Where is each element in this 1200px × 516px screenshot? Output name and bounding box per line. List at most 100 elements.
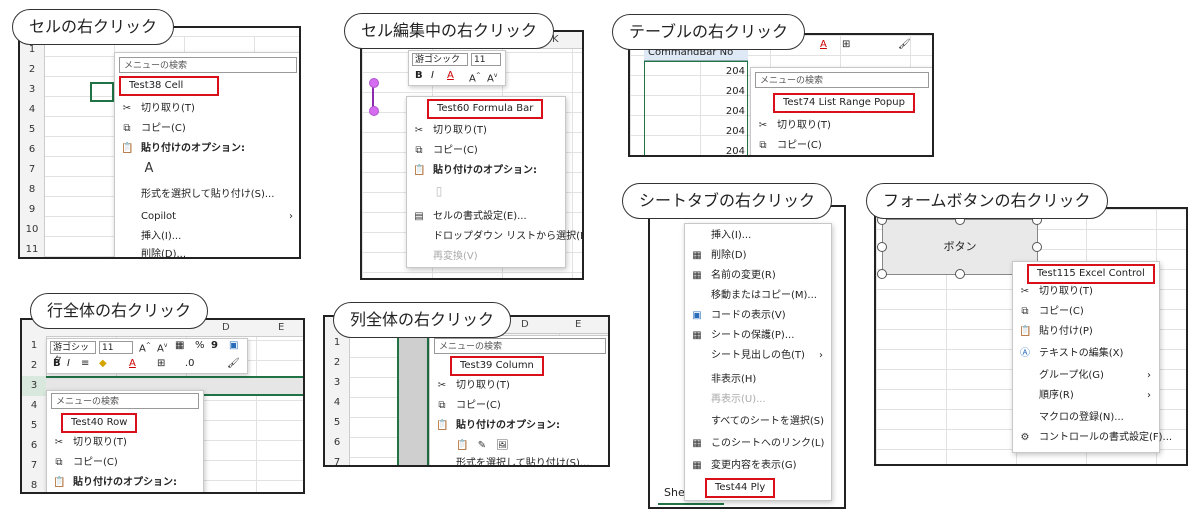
menu-item-assign-macro[interactable]: マクロの登録(N)... (1013, 408, 1159, 428)
row-header[interactable]: 7 (22, 456, 47, 477)
paste-formula-icon[interactable]: ✎ (476, 440, 488, 452)
menu-search-input[interactable]: メニューの検索 (51, 393, 199, 409)
borders-icon[interactable]: ⊞ (157, 357, 165, 371)
row-header[interactable]: 8 (22, 476, 47, 492)
font-color-icon[interactable]: A (447, 69, 454, 83)
column-header-e[interactable]: E (278, 322, 284, 333)
row-header[interactable]: 3 (325, 373, 350, 394)
paste-icon[interactable]: 📋 (456, 440, 468, 452)
menu-item-protect-sheet[interactable]: ▦ シートの保護(P)... (685, 326, 831, 346)
format-painter-icon[interactable]: 🖌 (227, 357, 240, 371)
menu-item-copy[interactable]: ⧉ コピー(C) (751, 136, 932, 155)
menu-item-insert[interactable]: 挿入(I)... (115, 227, 299, 247)
italic-button[interactable]: I (67, 357, 70, 371)
column-header-d[interactable]: D (222, 322, 230, 333)
resize-handle[interactable] (877, 242, 887, 252)
row-header[interactable]: 10 (20, 220, 45, 241)
decrease-font-icon[interactable]: Av (157, 339, 167, 356)
menu-item-copy[interactable]: ⧉ コピー(C) (115, 119, 299, 139)
row-header[interactable]: 4 (325, 393, 350, 414)
selected-column[interactable] (397, 333, 429, 465)
resize-handle[interactable] (877, 269, 887, 279)
menu-search-input[interactable]: メニューの検索 (119, 57, 297, 73)
font-name-select[interactable]: 游ゴシック (50, 341, 96, 366)
menu-item-select-all-sheets[interactable]: すべてのシートを選択(S) (685, 412, 831, 432)
selection-handle-bottom[interactable] (369, 106, 379, 116)
font-name-select[interactable]: 游ゴシック (412, 53, 468, 66)
italic-button[interactable]: I (431, 69, 434, 83)
row-header[interactable]: 7 (20, 160, 45, 181)
menu-item-show-changes[interactable]: ▦ 変更内容を表示(G) (685, 456, 831, 476)
paste-option-values[interactable]: A (115, 159, 299, 183)
menu-item-rename[interactable]: ▦ 名前の変更(R) (685, 266, 831, 286)
row-header[interactable]: 7 (325, 453, 350, 465)
increase-font-icon[interactable]: A^ (469, 69, 481, 86)
increase-font-icon[interactable]: A^ (139, 339, 151, 356)
menu-item-cut[interactable]: ✂ 切り取り(T) (47, 433, 203, 453)
row-header-selected[interactable]: 3 (22, 376, 47, 397)
row-header[interactable]: 2 (22, 356, 47, 377)
menu-item-cut[interactable]: ✂ 切り取り(T) (115, 99, 299, 119)
menu-item-edit-text[interactable]: Ⓐ テキストの編集(X) (1013, 344, 1159, 364)
selected-cell[interactable] (90, 82, 114, 102)
menu-item-dropdown-list[interactable]: ドロップダウン リストから選択(K)... (407, 227, 582, 247)
align-center-icon[interactable]: ≡ (81, 357, 89, 371)
menu-item-cut[interactable]: ✂ 切り取り(T) (1013, 282, 1159, 302)
table-format-icon[interactable]: ▣ (229, 339, 238, 353)
column-header-e[interactable]: E (575, 319, 581, 330)
font-size-select[interactable]: 11 (471, 53, 501, 66)
row-header[interactable]: 1 (22, 336, 47, 357)
decrease-font-icon[interactable]: Av (487, 69, 497, 86)
borders-icon[interactable]: ⊞ (842, 39, 850, 50)
row-header[interactable]: 6 (325, 433, 350, 454)
menu-item-paste-special[interactable]: 形式を選択して貼り付け(S)... (430, 454, 608, 465)
font-size-select[interactable]: 11 (99, 341, 133, 354)
menu-item-format-cells[interactable]: ▤ セルの書式設定(E)... (407, 207, 565, 227)
font-color-icon[interactable]: A (129, 357, 136, 371)
menu-item-cut[interactable]: ✂ 切り取り(T) (407, 121, 565, 141)
row-header[interactable]: 5 (22, 416, 47, 437)
row-header[interactable]: 5 (325, 413, 350, 434)
resize-handle[interactable] (955, 269, 965, 279)
selection-handle-top[interactable] (369, 78, 379, 88)
menu-item-group[interactable]: グループ化(G) › (1013, 366, 1159, 386)
row-header[interactable]: 9 (20, 200, 45, 221)
row-header[interactable]: 5 (20, 120, 45, 141)
row-header[interactable]: 11 (20, 240, 45, 257)
table-cell[interactable]: 204 (645, 142, 747, 155)
table-cell[interactable]: 204 (645, 82, 747, 102)
row-header[interactable]: 3 (20, 80, 45, 101)
fill-color-icon[interactable]: ◆ (99, 357, 107, 371)
column-header-d[interactable]: D (521, 319, 529, 330)
row-header[interactable]: 4 (20, 100, 45, 121)
row-header[interactable]: 2 (325, 353, 350, 374)
table-cell[interactable]: 204 (645, 122, 747, 142)
paste-picture-icon[interactable]: 🖼 (496, 440, 509, 452)
row-header[interactable]: 8 (20, 180, 45, 201)
menu-item-delete[interactable]: ▦ 削除(D) (685, 246, 831, 266)
menu-item-copy[interactable]: ⧉ コピー(C) (1013, 302, 1159, 322)
table-cell[interactable]: 204 (645, 62, 747, 82)
menu-item-order[interactable]: 順序(R) › (1013, 386, 1159, 406)
menu-search-input[interactable]: メニューの検索 (434, 338, 606, 354)
row-header[interactable]: 6 (22, 436, 47, 457)
menu-item-hide[interactable]: 非表示(H) (685, 370, 831, 390)
menu-item-view-code[interactable]: ▣ コードの表示(V) (685, 306, 831, 326)
row-header[interactable]: 2 (20, 60, 45, 81)
menu-item-copy[interactable]: ⧉ コピー(C) (430, 396, 608, 416)
menu-item-delete[interactable]: 削除(D)... (115, 245, 299, 257)
menu-item-format-control[interactable]: ⚙ コントロールの書式設定(F)... (1013, 428, 1173, 448)
bold-button[interactable]: B (415, 69, 423, 83)
bold-button[interactable]: B (53, 357, 61, 371)
number-format-icon[interactable]: ▦ (175, 339, 184, 353)
format-painter-icon[interactable]: 🖌 (898, 39, 911, 50)
menu-item-tab-color[interactable]: シート見出しの色(T) › (685, 346, 831, 366)
menu-item-paste-special[interactable]: 形式を選択して貼り付け(S)... (115, 185, 299, 205)
menu-item-cut[interactable]: ✂ 切り取り(T) (430, 376, 608, 396)
menu-item-copilot[interactable]: Copilot › (115, 207, 299, 227)
menu-item-insert[interactable]: 挿入(I)... (685, 226, 831, 246)
menu-search-input[interactable]: メニューの検索 (755, 72, 929, 88)
comma-icon[interactable]: 9 (211, 339, 218, 353)
menu-item-paste[interactable]: 📋 貼り付け(P) (1013, 322, 1159, 342)
decimal-icon[interactable]: .0 (185, 357, 195, 371)
